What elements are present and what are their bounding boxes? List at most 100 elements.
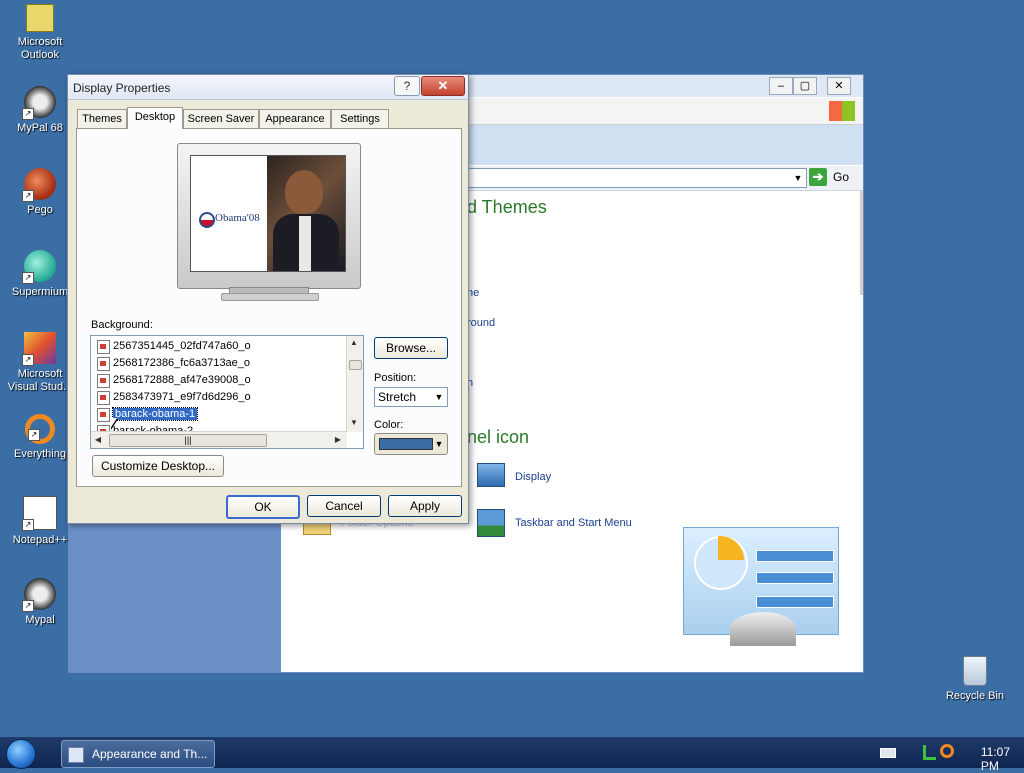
list-item[interactable]: 2583473971_e9f7d6d296_o — [95, 389, 251, 405]
list-item[interactable]: 2568172888_af47e39008_o — [95, 372, 251, 388]
raccoon-icon: ↗ — [22, 86, 56, 120]
minimize-button[interactable]: – — [769, 77, 793, 95]
chevron-down-icon[interactable]: ▼ — [790, 169, 806, 187]
keyboard-icon[interactable] — [880, 748, 896, 758]
image-file-icon — [97, 391, 110, 405]
tab-appearance[interactable]: Appearance — [259, 109, 331, 128]
clock[interactable]: 11:07 PM — [981, 745, 1010, 773]
chevron-down-icon: ▼ — [434, 392, 444, 402]
control-panel-icon-title: nel icon — [467, 427, 530, 447]
desktop-icon-label: Everything — [14, 448, 66, 460]
notepad-icon: ↗ — [22, 496, 57, 531]
tab-screen-saver[interactable]: Screen Saver — [183, 109, 259, 128]
scrollbar[interactable] — [860, 191, 863, 295]
address-field[interactable]: ▼ — [459, 168, 807, 188]
scrollbar-thumb[interactable]: ||| — [109, 434, 267, 447]
desktop-tab-panel: Obama'08 Background: 2567351445_02fd747a… — [76, 128, 462, 487]
go-button[interactable]: ➔ Go — [809, 167, 855, 187]
outlook-icon — [26, 4, 54, 32]
monitor-preview: Obama'08 — [177, 143, 363, 301]
scroll-right-icon[interactable]: ▶ — [331, 433, 345, 447]
help-button[interactable]: ? — [394, 76, 420, 96]
maximize-button[interactable]: ▢ — [793, 77, 817, 95]
control-panel-item-display[interactable]: Display — [515, 471, 551, 483]
monitor-base — [221, 293, 319, 301]
desktop-icon-recycle-bin[interactable]: Recycle Bin — [940, 656, 1010, 703]
scrollbar-thumb[interactable] — [349, 360, 362, 370]
supermium-icon: ↗ — [22, 250, 56, 284]
list-item[interactable]: 2568172386_fc6a3713ae_o — [95, 355, 250, 371]
position-label: Position: — [374, 372, 417, 384]
control-panel-item-taskbar[interactable]: Taskbar and Start Menu — [515, 517, 632, 529]
mouse-cursor-icon — [110, 418, 117, 429]
cancel-button[interactable]: Cancel — [307, 495, 381, 517]
desktop-icon-everything[interactable]: ↗ Everything — [5, 414, 75, 461]
visual-studio-icon: ↗ — [22, 332, 56, 366]
color-picker-button[interactable]: ▼ — [374, 433, 448, 455]
color-swatch — [379, 438, 433, 450]
image-file-icon — [97, 408, 110, 422]
search-tray-icon[interactable] — [940, 744, 954, 758]
taskbar-button-appearance-and-themes[interactable]: Appearance and Th... — [61, 740, 215, 768]
arrow-right-icon: ➔ — [809, 168, 827, 186]
desktop-icon-label: Recycle Bin — [945, 690, 1005, 702]
position-value: Stretch — [378, 390, 417, 404]
preview-photo — [267, 156, 345, 271]
window-icon — [68, 747, 84, 763]
image-file-icon — [97, 374, 110, 388]
display-properties-dialog: Display Properties ? ✕ Themes Desktop Sc… — [67, 74, 469, 524]
desktop-icon-label: Supermium — [11, 286, 69, 298]
tab-themes[interactable]: Themes — [77, 109, 127, 128]
scroll-up-icon[interactable]: ▲ — [347, 336, 361, 350]
network-icon[interactable] — [923, 745, 936, 760]
close-button[interactable]: ✕ — [827, 77, 851, 95]
horizontal-scrollbar[interactable]: ◀ ||| ▶ — [91, 431, 347, 448]
position-select[interactable]: Stretch ▼ — [374, 387, 448, 407]
windows-logo-icon — [829, 101, 855, 121]
desktop-icon-label: Notepad++ — [12, 534, 68, 546]
desktop-icon-visual-studio[interactable]: ↗ Microsoft Visual Stud... — [5, 332, 75, 394]
tab-desktop[interactable]: Desktop — [127, 107, 183, 129]
go-label: Go — [833, 170, 850, 184]
desktop-icon-label: Mypal — [25, 614, 55, 626]
desktop-icon-label: MyPal 68 — [17, 122, 63, 134]
taskbar: Appearance and Th... 11:07 PM — [0, 737, 1024, 773]
image-file-icon — [97, 340, 110, 354]
obama-logo-icon — [199, 212, 215, 228]
image-file-icon — [97, 357, 110, 371]
apply-button[interactable]: Apply — [388, 495, 462, 517]
tab-settings[interactable]: Settings — [331, 109, 389, 128]
start-button[interactable] — [6, 739, 36, 769]
chevron-down-icon: ▼ — [434, 439, 444, 449]
background-label: Background: — [91, 319, 153, 331]
desktop-icon-microsoft-outlook[interactable]: Microsoft Outlook — [5, 4, 75, 62]
task-link-background[interactable]: round — [467, 317, 495, 329]
scroll-left-icon[interactable]: ◀ — [91, 433, 105, 447]
vertical-scrollbar[interactable]: ▲ ▼ — [346, 336, 363, 432]
desktop-icon-notepad-plus-plus[interactable]: ↗ Notepad++ — [5, 496, 75, 547]
appearance-illustration — [683, 527, 839, 646]
list-item[interactable]: 2567351445_02fd747a60_o — [95, 338, 251, 354]
customize-desktop-button[interactable]: Customize Desktop... — [92, 455, 224, 477]
desktop-icon-mypal[interactable]: ↗ Mypal — [5, 578, 75, 627]
desktop-icon-label: Pego — [27, 204, 53, 216]
scroll-down-icon[interactable]: ▼ — [347, 416, 361, 430]
desktop-icon-label: Microsoft Visual Stud... — [7, 368, 73, 393]
background-listbox[interactable]: 2567351445_02fd747a60_o 2568172386_fc6a3… — [90, 335, 364, 449]
taskbar-icon[interactable] — [477, 509, 505, 537]
pick-a-task-title: d Themes — [467, 197, 547, 217]
taskbar-button-label: Appearance and Th... — [92, 747, 208, 761]
desktop-icon-mypal-68[interactable]: ↗ MyPal 68 — [5, 86, 75, 135]
browse-button[interactable]: Browse... — [374, 337, 448, 359]
desktop-icon-pego[interactable]: ↗ Pego — [5, 168, 75, 217]
desktop-icon-supermium[interactable]: ↗ Supermium — [5, 250, 75, 299]
dialog-titlebar: Display Properties ? ✕ — [68, 75, 468, 100]
raccoon-icon: ↗ — [22, 578, 56, 612]
color-label: Color: — [374, 419, 404, 431]
pego-icon: ↗ — [22, 168, 56, 202]
ok-button[interactable]: OK — [226, 495, 300, 519]
search-icon: ↗ — [25, 414, 55, 444]
display-icon[interactable] — [477, 463, 505, 487]
dialog-close-button[interactable]: ✕ — [421, 76, 465, 96]
desktop-icon-label: Microsoft Outlook — [17, 36, 63, 61]
